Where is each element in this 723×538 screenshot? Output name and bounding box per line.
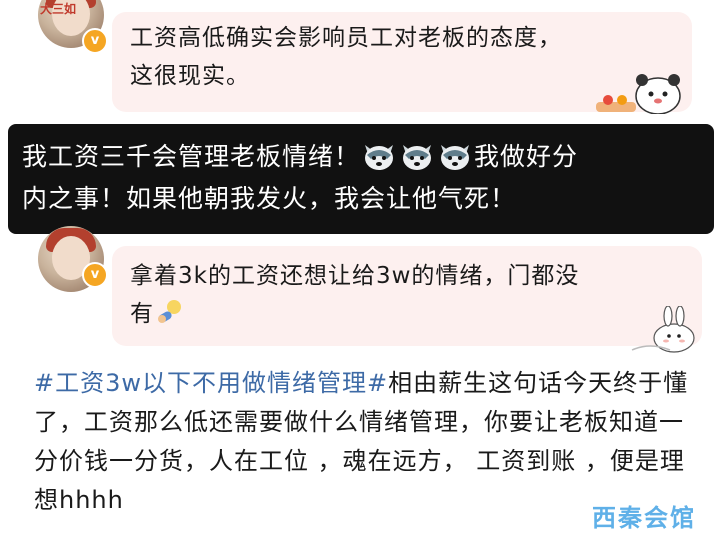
comment-text-line1: 工资高低确实会影响员工对老板的态度， (130, 25, 562, 51)
dog-emoji-icon (158, 300, 181, 323)
caption-line2: 内之事！如果他朝我发火，我会让他气死！ (22, 184, 517, 213)
watermark: 西秦会馆 (592, 504, 696, 532)
husky-icon (365, 145, 394, 170)
rabbit-sticker-icon (631, 306, 695, 353)
hashtag-link[interactable]: #工资3w以下不用做情绪管理# (34, 369, 388, 397)
verified-badge-icon: v (82, 262, 108, 288)
comment-text-line2-text: 有 (130, 301, 154, 327)
bear-sticker-icon (596, 74, 681, 114)
comment-text-line2: 这很现实。 (130, 63, 250, 89)
caption-line1-start: 我工资三千会管理老板情绪！ (22, 142, 361, 171)
caption-line1-end: 我做好分 (474, 142, 579, 171)
caption-text: 我工资三千会管理老板情绪！ 我做好分 内之事！如果他朝我发火，我会让他气死！ (22, 136, 712, 220)
husky-icon (403, 145, 432, 170)
avatar-text: 大三如 (40, 2, 77, 16)
verified-badge-icon: v (82, 28, 108, 54)
husky-icon (441, 145, 470, 170)
post-body: #工资3w以下不用做情绪管理#相由薪生这句话今天终于懂了，工资那么低还需要做什么… (34, 364, 694, 520)
comment-text-line2: 有 (130, 296, 184, 332)
comment-text-line1: 拿着3k的工资还想让给3w的情绪，门都没 (130, 263, 580, 289)
